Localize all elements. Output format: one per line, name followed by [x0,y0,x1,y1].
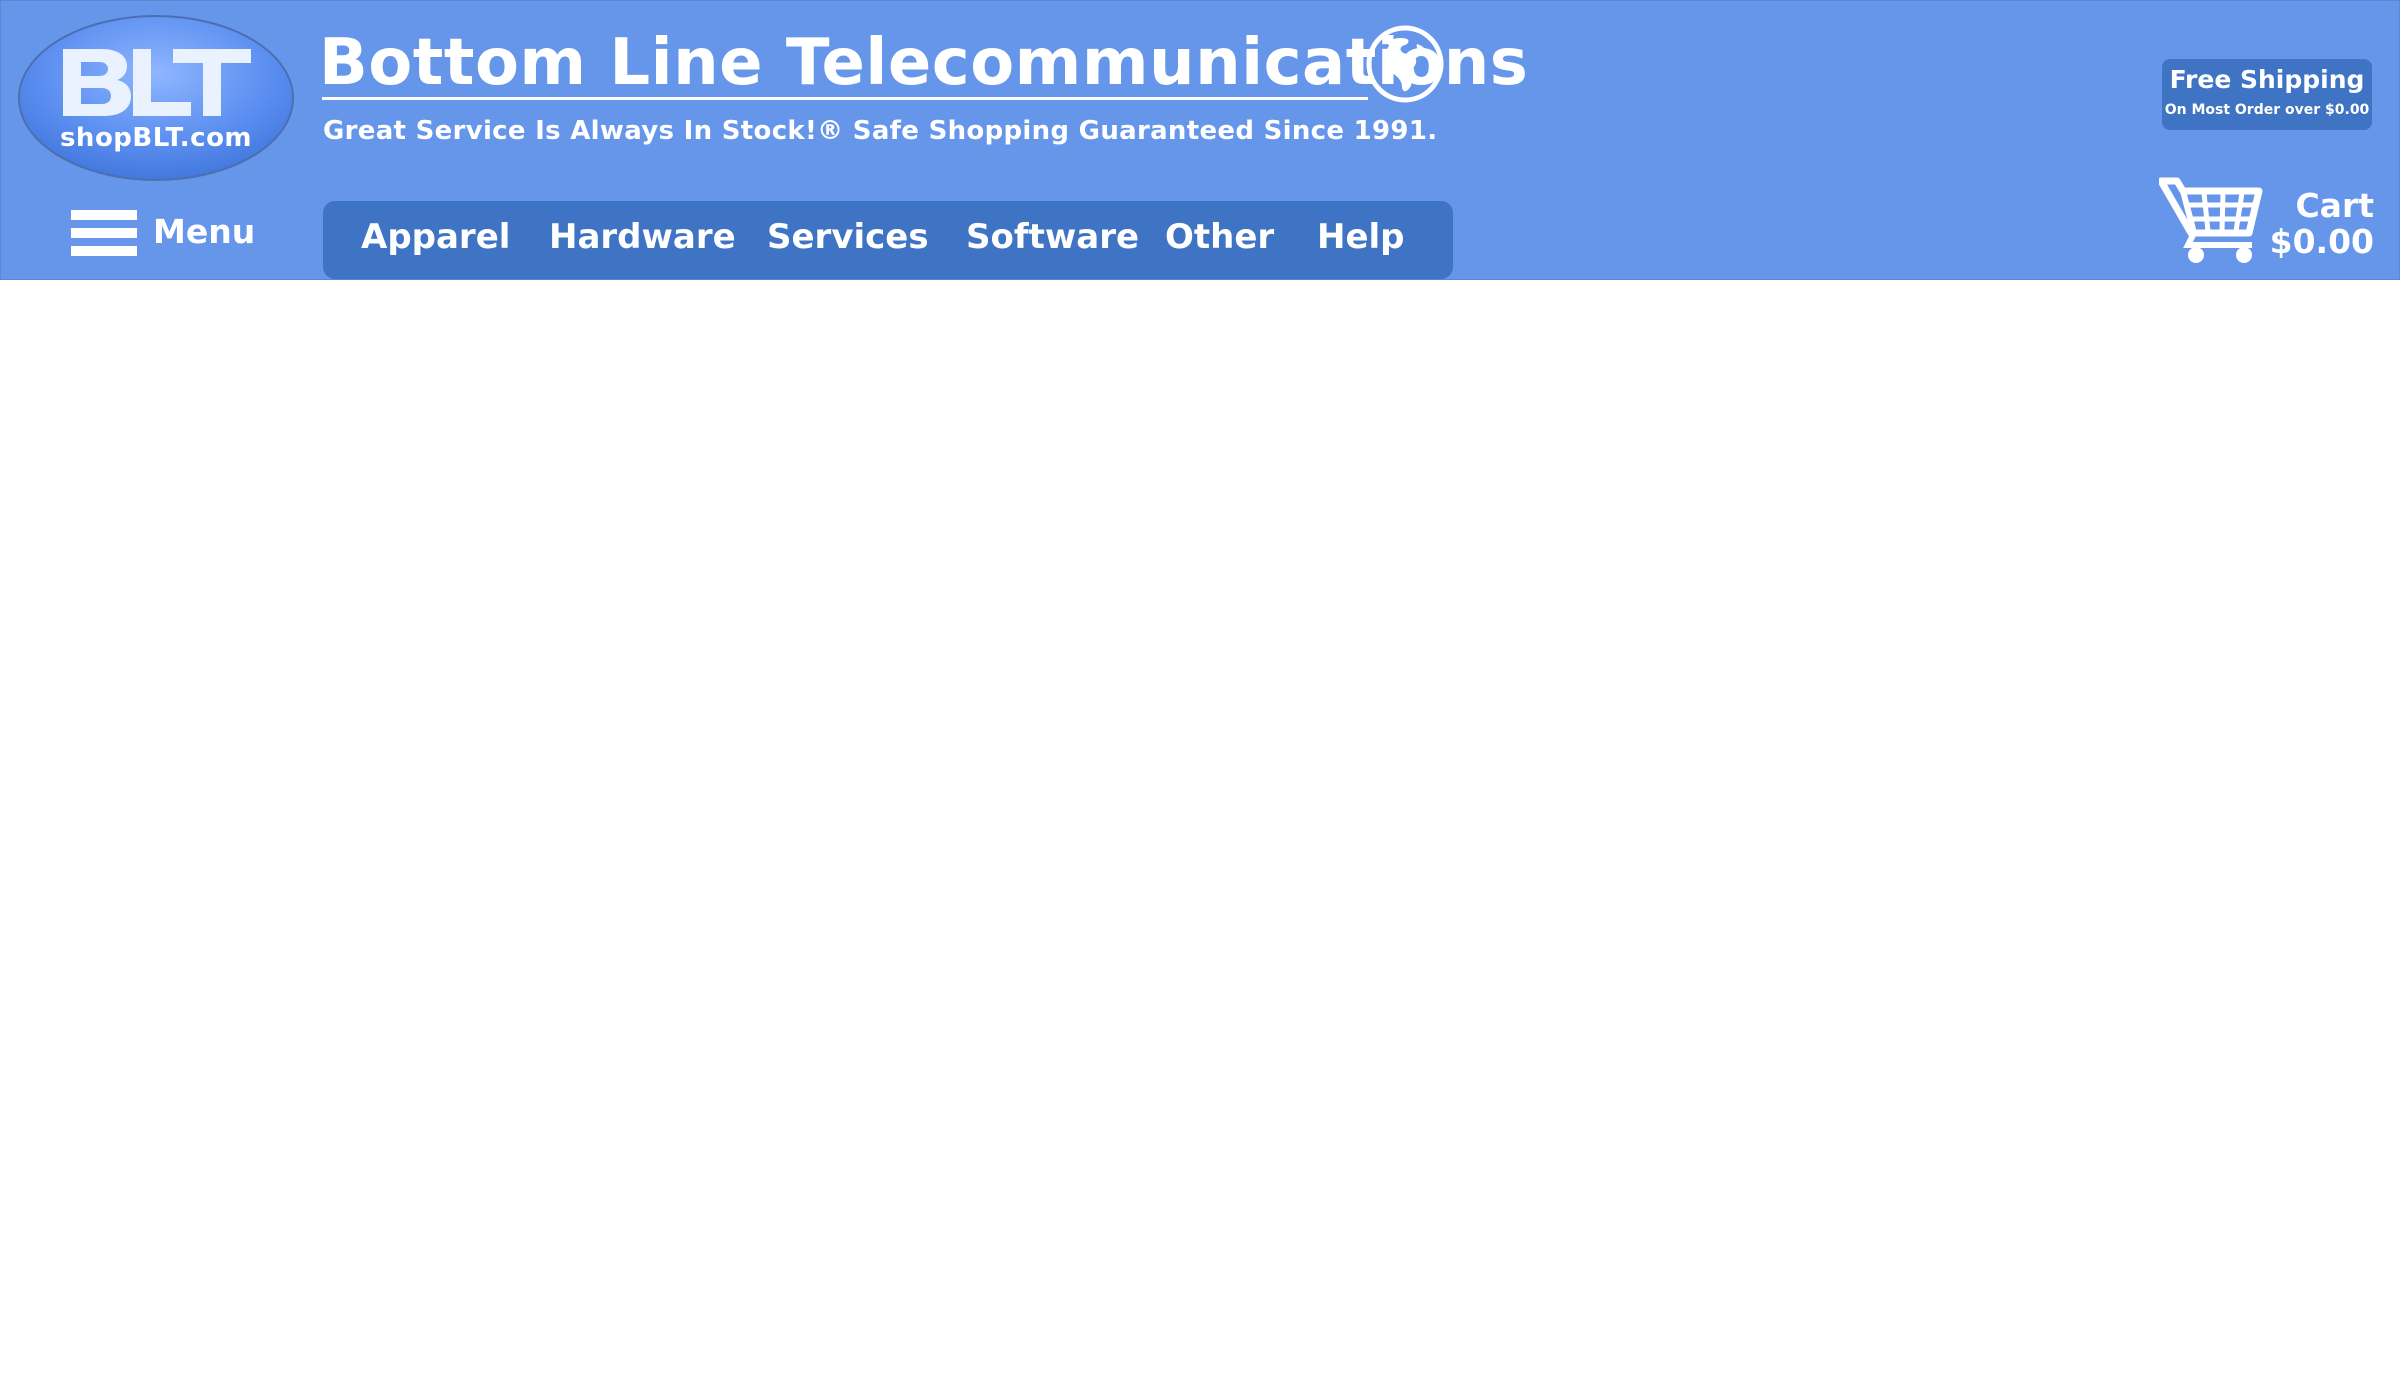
nav-item-other[interactable]: Other [1165,215,1274,259]
menu-toggle-button[interactable]: Menu [69,206,259,262]
nav-item-apparel[interactable]: Apparel [361,215,510,259]
cart-label: Cart [2295,186,2374,225]
tagline: Great Service Is Always In Stock!® Safe … [323,116,1438,146]
category-nav: Apparel Hardware Services Software Other… [323,201,1453,279]
site-title[interactable]: Bottom Line Telecommunications [319,23,1528,103]
nav-item-services[interactable]: Services [767,215,929,259]
nav-item-help[interactable]: Help [1317,215,1405,259]
free-shipping-subtitle: On Most Order over $0.00 [2164,102,2370,118]
globe-icon [1366,25,1444,103]
hamburger-icon [71,210,137,220]
nav-item-software[interactable]: Software [966,215,1139,259]
free-shipping-title: Free Shipping [2169,65,2365,94]
menu-label: Menu [153,212,256,251]
title-underline [322,97,1368,100]
cart-total: $0.00 [2269,222,2374,261]
nav-item-hardware[interactable]: Hardware [549,215,736,259]
hamburger-icon-bar [71,246,137,256]
free-shipping-badge[interactable]: Free Shipping On Most Order over $0.00 [2162,59,2372,130]
site-header: shopBLT.com Bottom Line Telecommunicatio… [0,0,2400,280]
hamburger-icon-bar [71,228,137,238]
logo-site-name: shopBLT.com [59,123,253,153]
shopping-cart-icon [2159,177,2263,263]
cart-button[interactable]: Cart $0.00 [2159,171,2374,265]
site-logo[interactable]: shopBLT.com [17,14,295,182]
